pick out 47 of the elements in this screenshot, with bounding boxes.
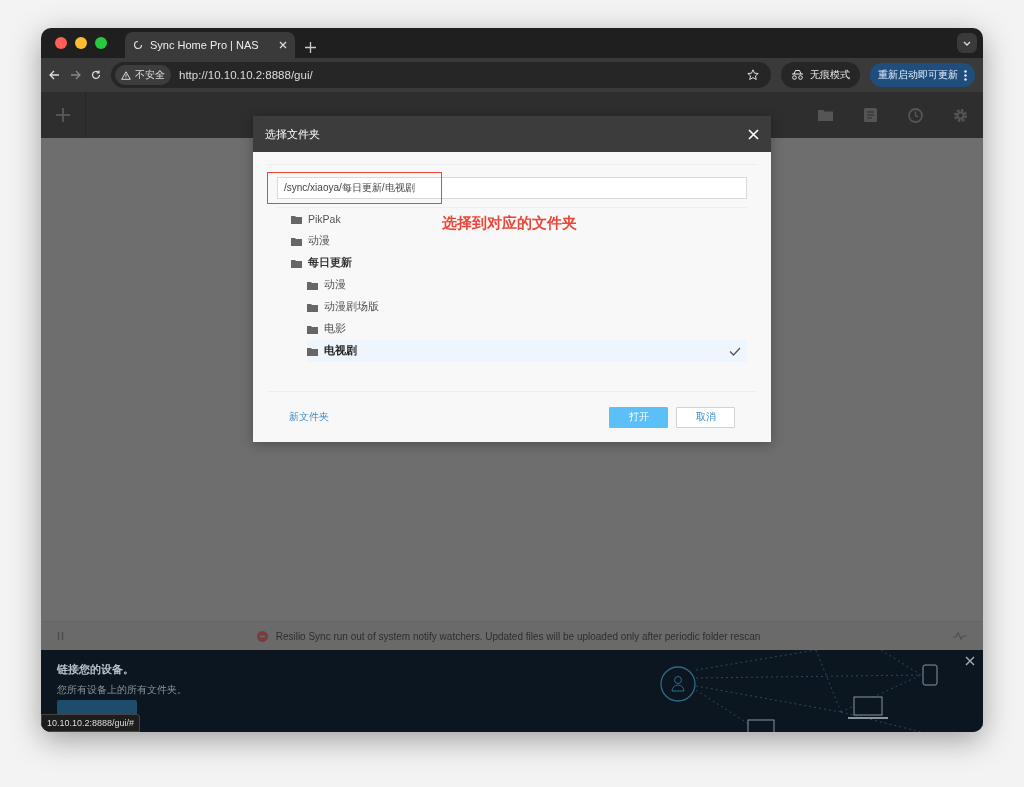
url-text: http://10.10.10.2:8888/gui/ — [179, 69, 314, 81]
tab-search-button[interactable] — [957, 33, 977, 53]
close-icon[interactable] — [279, 41, 287, 49]
path-field[interactable]: /sync/xiaoya/每日更新/电视剧 — [277, 177, 747, 199]
folder-icon — [307, 280, 318, 290]
error-icon — [256, 630, 268, 642]
check-icon — [729, 346, 741, 356]
back-icon[interactable] — [49, 70, 60, 80]
warning-icon — [121, 70, 131, 80]
star-icon[interactable] — [747, 69, 759, 81]
forward-icon[interactable] — [70, 70, 81, 80]
folder-row[interactable]: 动漫 — [291, 230, 336, 252]
folder-row[interactable]: 电视剧 — [307, 340, 747, 362]
chevron-down-icon — [963, 40, 971, 46]
close-icon[interactable] — [965, 656, 975, 666]
folder-icon — [291, 258, 302, 268]
incognito-icon — [791, 70, 804, 80]
folder-icon — [307, 302, 318, 312]
update-button[interactable]: 重新启动即可更新 — [870, 63, 975, 87]
tab-title: Sync Home Pro | NAS — [150, 39, 260, 51]
close-window-button[interactable] — [55, 37, 67, 49]
folder-icon — [307, 346, 318, 356]
cancel-button[interactable]: 取消 — [676, 406, 735, 428]
folder-icon — [291, 236, 302, 246]
annotation-text: 选择到对应的文件夹 — [442, 214, 577, 233]
folder-row[interactable]: 电影 — [307, 318, 352, 340]
new-folder-link[interactable]: 新文件夹 — [289, 410, 329, 424]
loading-icon — [133, 40, 143, 50]
maximize-window-button[interactable] — [95, 37, 107, 49]
browser-tab[interactable]: Sync Home Pro | NAS — [125, 32, 295, 58]
incognito-indicator[interactable]: 无痕模式 — [781, 62, 860, 88]
folder-row[interactable]: 每日更新 — [291, 252, 358, 274]
security-chip[interactable]: 不安全 — [115, 65, 171, 85]
reload-icon[interactable] — [91, 70, 101, 80]
dialog-title: 选择文件夹 — [265, 126, 320, 142]
banner-subtitle: 您所有设备上的所有文件夹。 — [57, 683, 188, 697]
folder-row[interactable]: 动漫 — [307, 274, 352, 296]
more-icon — [964, 69, 967, 81]
folder-row[interactable]: PikPak — [291, 208, 347, 230]
status-url: 10.10.10.2:8888/gui/# — [41, 714, 141, 732]
folder-icon — [307, 324, 318, 334]
minimize-window-button[interactable] — [75, 37, 87, 49]
address-bar[interactable]: 不安全 http://10.10.10.2:8888/gui/ — [111, 62, 771, 88]
banner-title: 链接您的设备。 — [57, 662, 135, 677]
folder-row[interactable]: 动漫剧场版 — [307, 296, 385, 318]
new-tab-icon[interactable] — [305, 42, 316, 53]
folder-icon — [291, 214, 302, 224]
